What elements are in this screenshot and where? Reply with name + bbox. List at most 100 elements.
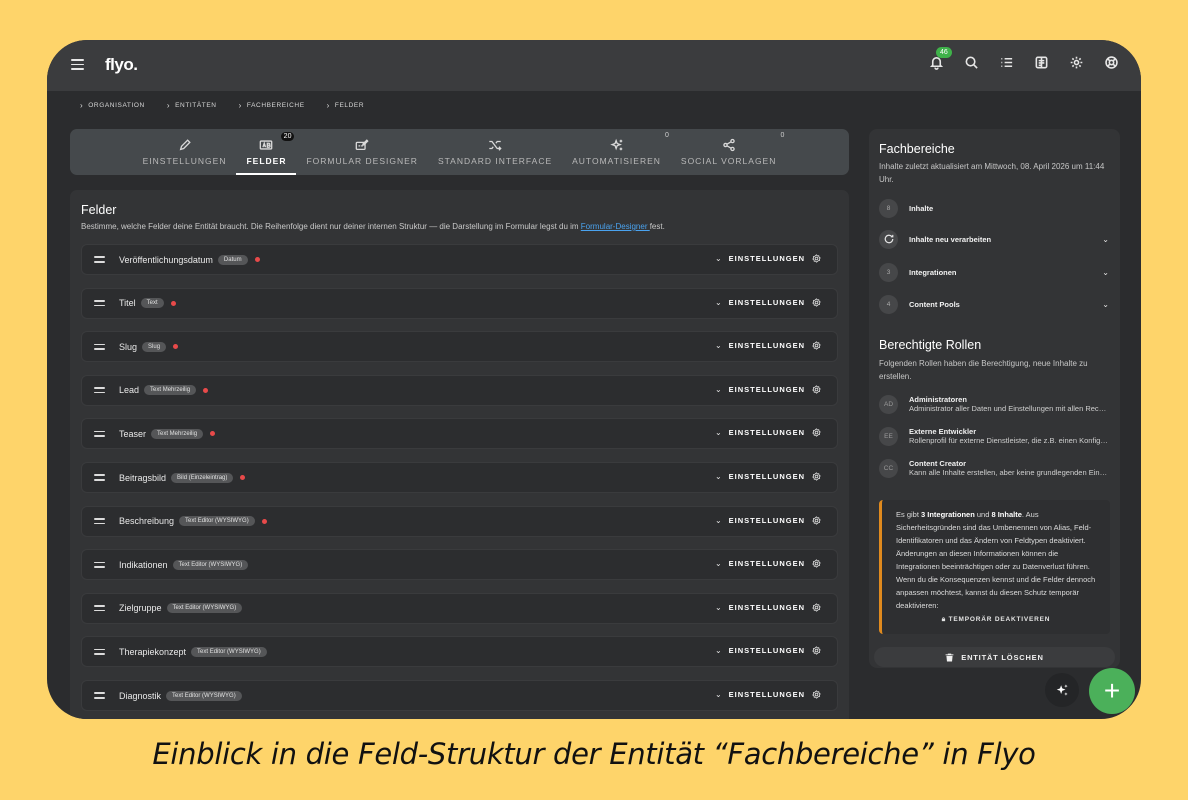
meta-reprocess[interactable]: Inhalte neu verarbeiten ⌄ (879, 228, 1111, 250)
delete-entity-button[interactable]: ENTITÄT LÖSCHEN (874, 647, 1115, 667)
field-settings-label: EINSTELLUNGEN (728, 254, 805, 263)
field-row[interactable]: Titel Text ⌄ EINSTELLUNGEN (81, 287, 838, 319)
menu-icon[interactable] (71, 59, 84, 71)
breadcrumb: › ORGANISATION › ENTITÄTEN › FACHBEREICHE ›… (80, 101, 364, 110)
avatar: AD (879, 394, 898, 414)
field-settings-label: EINSTELLUNGEN (728, 297, 805, 307)
logo[interactable]: flyo. (105, 55, 138, 75)
tab-count: 0 (665, 132, 669, 139)
drag-handle-icon[interactable] (94, 300, 105, 307)
field-settings[interactable]: ⌄ EINSTELLUNGEN (715, 385, 821, 394)
drag-handle-icon[interactable] (94, 692, 105, 699)
field-settings[interactable]: ⌄ EINSTELLUNGEN (715, 341, 821, 350)
field-name: Lead (119, 385, 140, 396)
breadcrumb-item[interactable]: › ENTITÄTEN (167, 101, 217, 110)
tab-felder[interactable]: FELDER 20 (236, 129, 297, 175)
breadcrumb-item[interactable]: › ORGANISATION (80, 101, 145, 110)
gear-icon (812, 646, 821, 656)
drag-handle-icon[interactable] (94, 474, 105, 481)
field-settings[interactable]: ⌄ EINSTELLUNGEN (715, 690, 821, 699)
drag-handle-icon[interactable] (94, 518, 105, 525)
tab-einstellungen[interactable]: EINSTELLUNGEN (133, 129, 237, 175)
top-icons: 46 (928, 47, 1119, 70)
shuffle-icon (489, 140, 502, 151)
drag-handle-icon[interactable] (94, 605, 105, 612)
field-row[interactable]: Diagnostik Text Editor (WYSIWYG) ⌄ EINSTELL… (81, 680, 838, 711)
chevron-down-icon: ⌄ (714, 515, 722, 525)
field-settings[interactable]: ⌄ EINSTELLUNGEN (715, 298, 821, 307)
field-settings[interactable]: ⌄ EINSTELLUNGEN (715, 472, 821, 481)
role-item[interactable]: AD Administratoren Administrator aller Da… (879, 391, 1111, 417)
field-type-badge: Text Editor (WYSIWYG) (166, 603, 243, 614)
field-name: Slug (119, 341, 138, 352)
gear-icon[interactable] (1068, 54, 1084, 70)
field-type-badge: Bild (Einzeleintrag) (171, 472, 234, 483)
tab-automatisieren[interactable]: AUTOMATISIEREN 0 (562, 129, 671, 175)
field-settings[interactable]: ⌄ EINSTELLUNGEN (715, 428, 821, 437)
gear-icon (812, 341, 821, 350)
drag-handle-icon[interactable] (94, 430, 105, 437)
field-row[interactable]: Zielgruppe Text Editor (WYSIWYG) ⌄ EINSTELL… (81, 592, 838, 624)
chevron-down-icon: ⌄ (714, 341, 722, 351)
field-row[interactable]: Therapiekonzept Text Editor (WYSIWYG) ⌄ EIN… (81, 636, 838, 668)
fields-panel: Felder Bestimme, welche Felder deine Ent… (70, 190, 849, 719)
pencil-icon (179, 139, 191, 151)
field-row[interactable]: Veröffentlichungsdatum Datum ⌄ EINSTELLUNGE… (81, 244, 838, 275)
tab-standard-interface[interactable]: STANDARD INTERFACE (428, 129, 562, 175)
field-row[interactable]: Teaser Text Mehrzeilig ⌄ EINSTELLUNGEN (81, 418, 838, 450)
breadcrumb-item[interactable]: › FACHBEREICHE (239, 101, 305, 110)
drag-handle-icon[interactable] (94, 343, 105, 350)
field-settings[interactable]: ⌄ EINSTELLUNGEN (715, 646, 821, 655)
search-icon[interactable] (963, 54, 979, 70)
field-settings-label: EINSTELLUNGEN (728, 472, 805, 481)
field-name: Beschreibung (119, 516, 175, 527)
field-settings-label: EINSTELLUNGEN (728, 690, 805, 699)
field-row[interactable]: Beschreibung Text Editor (WYSIWYG) ⌄ EINSTE… (81, 505, 838, 537)
drag-handle-icon[interactable] (94, 561, 105, 568)
share-icon (722, 138, 735, 152)
role-item[interactable]: CC Content Creator Kann alle Inhalte erst… (879, 455, 1111, 481)
entity-title: Fachbereiche (879, 142, 955, 156)
required-dot (173, 344, 179, 350)
meta-content-pools[interactable]: 4 Content Pools ⌄ (879, 293, 1111, 315)
drag-handle-icon[interactable] (94, 387, 105, 394)
field-settings[interactable]: ⌄ EINSTELLUNGEN (715, 516, 821, 525)
breadcrumb-item[interactable]: › FELDER (327, 101, 365, 110)
notification-bell-icon[interactable]: 46 (928, 47, 952, 70)
field-row[interactable]: Slug Slug ⌄ EINSTELLUNGEN (81, 331, 838, 363)
field-settings[interactable]: ⌄ EINSTELLUNGEN (715, 603, 821, 612)
field-name: Therapiekonzept (119, 646, 187, 657)
field-settings[interactable]: ⌄ EINSTELLUNGEN (715, 254, 821, 263)
entity-tabs: EINSTELLUNGEN FELDER 20 FORMULAR DESIGNE… (70, 129, 849, 175)
role-item[interactable]: EE Externe Entwickler Rollenprofil für ex… (879, 423, 1111, 449)
field-name: Teaser (119, 428, 147, 439)
field-type-badge: Text Editor (WYSIWYG) (172, 559, 249, 570)
tab-social-vorlagen[interactable]: SOCIAL VORLAGEN 0 (671, 129, 786, 175)
field-row[interactable]: Beitragsbild Bild (Einzeleintrag) ⌄ EINSTEL… (81, 462, 838, 493)
ai-assistant-button[interactable] (1045, 673, 1079, 707)
meta-inhalte[interactable]: 8 Inhalte (879, 197, 1111, 219)
add-field-button[interactable]: + (1089, 668, 1135, 714)
sparkles-icon (609, 138, 622, 151)
drag-handle-icon[interactable] (94, 256, 105, 263)
notification-badge: 46 (936, 47, 952, 58)
field-row[interactable]: Lead Text Mehrzeilig ⌄ EINSTELLUNGEN (81, 374, 838, 406)
gear-icon (812, 385, 821, 394)
meta-integrationen[interactable]: 3 Integrationen ⌄ (879, 261, 1111, 283)
document-icon[interactable] (1033, 54, 1049, 70)
gear-icon (812, 472, 821, 481)
temporary-disable-button[interactable]: 🔒︎ TEMPORÄR DEAKTIVEREN (882, 616, 1110, 624)
field-settings[interactable]: ⌄ EINSTELLUNGEN (715, 559, 821, 568)
gear-icon (812, 515, 821, 525)
formular-designer-link[interactable]: Formular-Designer (581, 222, 650, 231)
tab-formular-designer[interactable]: FORMULAR DESIGNER (296, 129, 427, 175)
field-settings-label: EINSTELLUNGEN (728, 428, 805, 438)
field-name: Titel (119, 298, 136, 309)
gear-icon (812, 690, 821, 699)
field-row[interactable]: Indikationen Text Editor (WYSIWYG) ⌄ EINSTE… (81, 549, 838, 581)
fields-title: Felder (81, 203, 117, 217)
list-icon[interactable] (998, 54, 1014, 70)
drag-handle-icon[interactable] (94, 648, 105, 655)
help-icon[interactable] (1103, 54, 1119, 70)
gear-icon (812, 603, 821, 612)
